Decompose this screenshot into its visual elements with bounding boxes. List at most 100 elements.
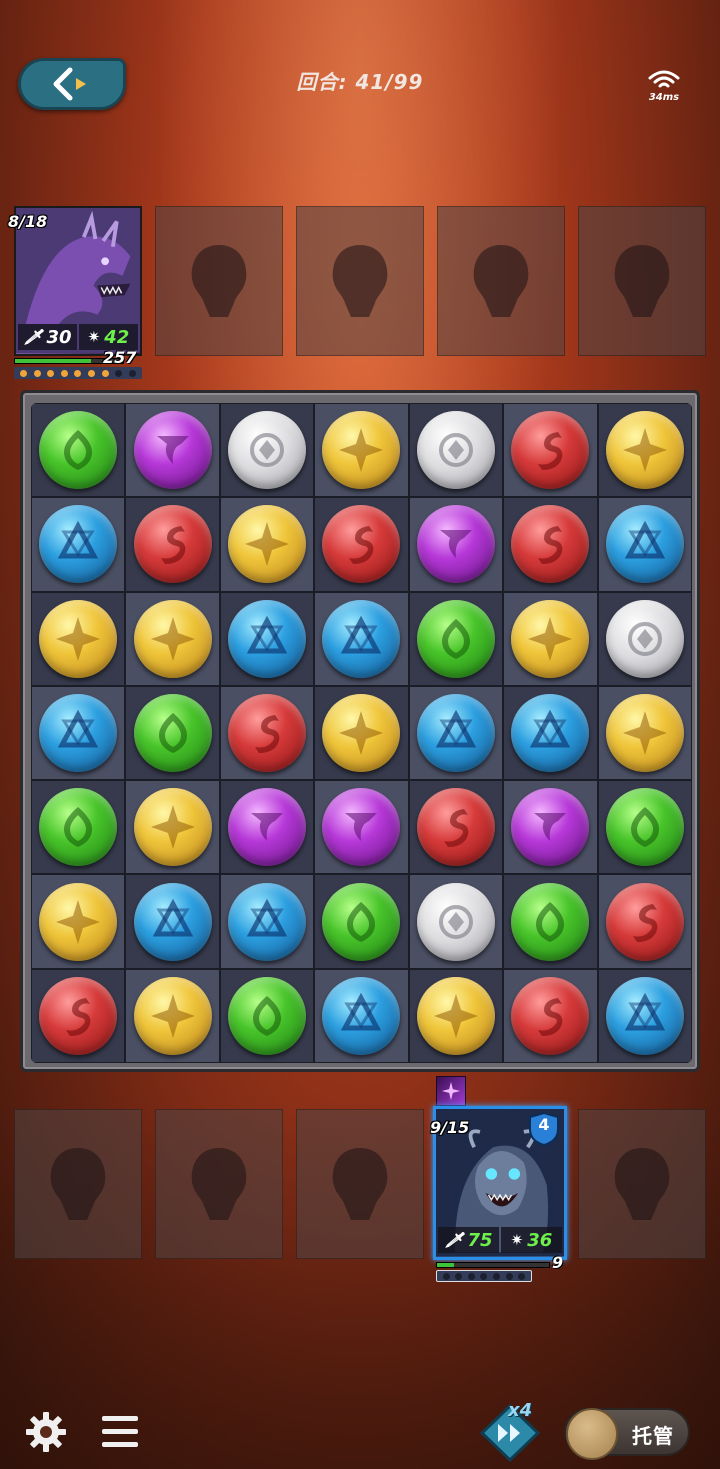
yellow-gem[interactable]: [511, 599, 590, 678]
yellow-gem[interactable]: [605, 693, 684, 772]
board-cell[interactable]: [219, 874, 315, 969]
yellow-gem[interactable]: [39, 599, 118, 678]
settings-gear-icon[interactable]: [24, 1410, 68, 1454]
board-cell[interactable]: [314, 403, 409, 498]
board-cell[interactable]: [314, 968, 409, 1063]
board-cell[interactable]: [597, 874, 692, 969]
board-cell[interactable]: [503, 497, 598, 592]
blue-gem[interactable]: [605, 505, 684, 584]
board-cell[interactable]: [125, 685, 220, 781]
white-gem[interactable]: [416, 882, 495, 961]
board-cell[interactable]: [503, 968, 598, 1063]
menu-icon[interactable]: [100, 1412, 140, 1452]
board-cell[interactable]: [125, 968, 220, 1063]
yellow-gem[interactable]: [228, 505, 307, 584]
red-gem[interactable]: [605, 882, 684, 961]
board-cell[interactable]: [597, 497, 692, 592]
red-gem[interactable]: [133, 505, 212, 584]
board-cell[interactable]: [408, 403, 504, 498]
board-cell[interactable]: [408, 968, 504, 1063]
auto-play-toggle[interactable]: 托管: [564, 1408, 690, 1460]
blue-gem[interactable]: [605, 976, 684, 1055]
board-cell[interactable]: [125, 874, 220, 969]
red-gem[interactable]: [511, 505, 590, 584]
board-cell[interactable]: [219, 497, 315, 592]
white-gem[interactable]: [605, 599, 684, 678]
board-cell[interactable]: [597, 780, 692, 875]
blue-gem[interactable]: [511, 693, 590, 772]
green-gem[interactable]: [39, 788, 118, 867]
red-gem[interactable]: [511, 411, 590, 490]
green-gem[interactable]: [416, 599, 495, 678]
board-cell[interactable]: [597, 403, 692, 498]
green-gem[interactable]: [228, 976, 307, 1055]
board-cell[interactable]: [597, 685, 692, 781]
board-cell[interactable]: [125, 780, 220, 875]
board-cell[interactable]: [314, 874, 409, 969]
board-cell[interactable]: [408, 780, 504, 875]
yellow-gem[interactable]: [133, 976, 212, 1055]
purple-gem[interactable]: [133, 411, 212, 490]
board-cell[interactable]: [31, 874, 126, 969]
blue-gem[interactable]: [39, 693, 118, 772]
board-cell[interactable]: [408, 591, 504, 686]
board-cell[interactable]: [31, 591, 126, 686]
red-gem[interactable]: [39, 976, 118, 1055]
skill-icon[interactable]: [436, 1076, 466, 1106]
board-cell[interactable]: [125, 591, 220, 686]
red-gem[interactable]: [228, 693, 307, 772]
board-cell[interactable]: [314, 591, 409, 686]
board-cell[interactable]: [31, 403, 126, 498]
red-gem[interactable]: [511, 976, 590, 1055]
green-gem[interactable]: [605, 788, 684, 867]
purple-gem[interactable]: [511, 788, 590, 867]
board-cell[interactable]: [31, 497, 126, 592]
green-gem[interactable]: [39, 411, 118, 490]
board-cell[interactable]: [408, 497, 504, 592]
green-gem[interactable]: [322, 882, 401, 961]
board-cell[interactable]: [219, 780, 315, 875]
board-cell[interactable]: [125, 497, 220, 592]
board-cell[interactable]: [314, 497, 409, 592]
board-cell[interactable]: [31, 780, 126, 875]
green-gem[interactable]: [511, 882, 590, 961]
board-cell[interactable]: [219, 968, 315, 1063]
purple-gem[interactable]: [228, 788, 307, 867]
blue-gem[interactable]: [228, 599, 307, 678]
white-gem[interactable]: [228, 411, 307, 490]
green-gem[interactable]: [133, 693, 212, 772]
board-cell[interactable]: [503, 403, 598, 498]
board-cell[interactable]: [503, 874, 598, 969]
board-cell[interactable]: [314, 685, 409, 781]
board-cell[interactable]: [597, 968, 692, 1063]
board-cell[interactable]: [219, 685, 315, 781]
yellow-gem[interactable]: [133, 788, 212, 867]
board-cell[interactable]: [125, 403, 220, 498]
board-cell[interactable]: [408, 685, 504, 781]
blue-gem[interactable]: [228, 882, 307, 961]
board-cell[interactable]: [503, 780, 598, 875]
red-gem[interactable]: [322, 505, 401, 584]
blue-gem[interactable]: [133, 882, 212, 961]
yellow-gem[interactable]: [322, 411, 401, 490]
board-cell[interactable]: [31, 685, 126, 781]
purple-gem[interactable]: [322, 788, 401, 867]
board-cell[interactable]: [219, 403, 315, 498]
blue-gem[interactable]: [322, 976, 401, 1055]
board-cell[interactable]: [314, 780, 409, 875]
board-cell[interactable]: [408, 874, 504, 969]
red-gem[interactable]: [416, 788, 495, 867]
purple-gem[interactable]: [416, 505, 495, 584]
yellow-gem[interactable]: [133, 599, 212, 678]
yellow-gem[interactable]: [605, 411, 684, 490]
blue-gem[interactable]: [39, 505, 118, 584]
blue-gem[interactable]: [416, 693, 495, 772]
yellow-gem[interactable]: [322, 693, 401, 772]
board-cell[interactable]: [597, 591, 692, 686]
white-gem[interactable]: [416, 411, 495, 490]
board-cell[interactable]: [503, 591, 598, 686]
blue-gem[interactable]: [322, 599, 401, 678]
yellow-gem[interactable]: [416, 976, 495, 1055]
board-cell[interactable]: [31, 968, 126, 1063]
board-cell[interactable]: [219, 591, 315, 686]
